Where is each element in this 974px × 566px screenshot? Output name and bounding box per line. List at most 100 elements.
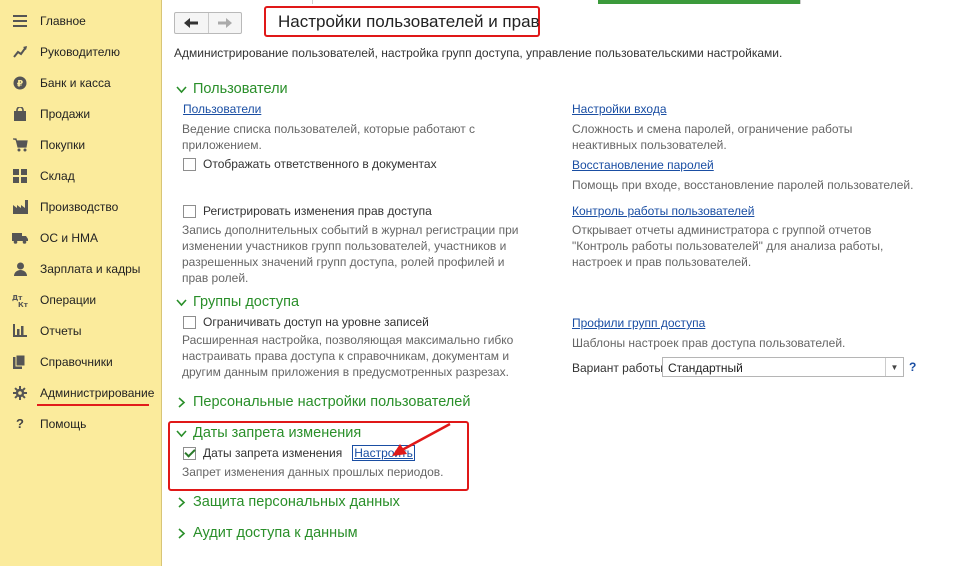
chart-trend-icon bbox=[12, 44, 28, 60]
users-description: Ведение списка пользователей, которые ра… bbox=[182, 122, 476, 152]
restrict-records-row: Ограничивать доступ на уровне записей bbox=[183, 315, 429, 329]
log-rights-row: Регистрировать изменения прав доступа bbox=[183, 204, 432, 218]
back-button[interactable] bbox=[175, 13, 208, 33]
sidebar-item-label: Производство bbox=[40, 199, 119, 214]
sidebar-item-label: Справочники bbox=[40, 354, 113, 369]
section-title: Персональные настройки пользователей bbox=[193, 394, 471, 410]
forward-button[interactable] bbox=[207, 13, 242, 33]
chevron-down-icon bbox=[176, 298, 187, 306]
restrict-records-checkbox[interactable] bbox=[183, 315, 196, 329]
active-item-underline bbox=[37, 404, 149, 406]
log-rights-description: Запись дополнительных событий в журнал р… bbox=[182, 223, 519, 285]
section-users-header[interactable]: Пользователи bbox=[176, 81, 288, 97]
work-mode-label: Вариант работы: bbox=[572, 361, 667, 375]
section-title: Даты запрета изменения bbox=[193, 425, 362, 441]
top-tab-strip bbox=[162, 0, 974, 5]
chevron-down-icon bbox=[176, 85, 187, 93]
login-settings-link[interactable]: Настройки входа bbox=[572, 102, 667, 116]
sidebar: Главное Руководителю ₽ Банк и касса Прод… bbox=[0, 0, 162, 566]
section-access-audit-header[interactable]: Аудит доступа к данным bbox=[176, 525, 358, 541]
chevron-down-icon bbox=[176, 429, 187, 437]
work-mode-select[interactable]: Стандартный ▼ bbox=[662, 357, 904, 377]
sidebar-item-reports[interactable]: Отчеты bbox=[0, 315, 161, 346]
password-recovery-description: Помощь при входе, восстановление паролей… bbox=[572, 178, 914, 192]
svg-text:₽: ₽ bbox=[17, 79, 23, 89]
active-tab-indicator bbox=[598, 0, 800, 4]
books-icon bbox=[12, 354, 28, 370]
user-control-link[interactable]: Контроль работы пользователей bbox=[572, 204, 754, 218]
sidebar-item-label: Помощь bbox=[40, 416, 87, 431]
show-responsible-checkbox[interactable] bbox=[183, 157, 196, 171]
sidebar-item-label: Покупки bbox=[40, 137, 86, 152]
chevron-right-icon bbox=[178, 496, 186, 508]
gear-icon bbox=[12, 385, 28, 401]
sidebar-item-production[interactable]: Производство bbox=[0, 191, 161, 222]
sidebar-item-label: ОС и НМА bbox=[40, 230, 99, 245]
section-title: Группы доступа bbox=[193, 294, 300, 310]
bar-chart-icon bbox=[12, 323, 28, 339]
shopping-cart-icon bbox=[12, 137, 28, 153]
section-personal-data-header[interactable]: Защита персональных данных bbox=[176, 494, 400, 510]
factory-icon bbox=[12, 199, 28, 215]
password-recovery-link[interactable]: Восстановление паролей bbox=[572, 158, 714, 172]
sidebar-item-label: Отчеты bbox=[40, 323, 82, 338]
dt-kt-icon: Дт Кт bbox=[12, 292, 28, 308]
access-profiles-link[interactable]: Профили групп доступа bbox=[572, 316, 705, 330]
log-rights-label: Регистрировать изменения прав доступа bbox=[203, 204, 432, 218]
dropdown-arrow-icon[interactable]: ▼ bbox=[885, 358, 903, 376]
tab-strip-divider bbox=[162, 0, 313, 4]
history-nav bbox=[174, 12, 242, 34]
user-control-description: Открывает отчеты администратора с группо… bbox=[572, 223, 884, 269]
section-closing-dates-header[interactable]: Даты запрета изменения bbox=[176, 425, 361, 441]
sidebar-item-label: Руководителю bbox=[40, 44, 121, 59]
svg-text:Кт: Кт bbox=[18, 301, 28, 307]
sidebar-item-purchases[interactable]: Покупки bbox=[0, 129, 161, 160]
restrict-records-label: Ограничивать доступ на уровне записей bbox=[203, 315, 429, 329]
closing-dates-checkbox[interactable] bbox=[183, 446, 196, 460]
sidebar-item-bank[interactable]: ₽ Банк и касса bbox=[0, 67, 161, 98]
help-icon[interactable]: ? bbox=[909, 360, 916, 374]
title-highlight: Настройки пользователей и прав bbox=[264, 6, 540, 37]
login-settings-description: Сложность и смена паролей, ограничение р… bbox=[572, 122, 853, 152]
section-title: Пользователи bbox=[193, 81, 288, 97]
section-personal-settings-header[interactable]: Персональные настройки пользователей bbox=[176, 394, 470, 410]
sidebar-item-help[interactable]: ? Помощь bbox=[0, 408, 161, 439]
sidebar-item-references[interactable]: Справочники bbox=[0, 346, 161, 377]
sidebar-item-fixed-assets[interactable]: ОС и НМА bbox=[0, 222, 161, 253]
chevron-right-icon bbox=[178, 396, 186, 408]
closing-dates-row: Даты запрета изменения Настроить bbox=[183, 445, 415, 461]
section-title: Защита персональных данных bbox=[193, 494, 400, 510]
access-profiles-description: Шаблоны настроек прав доступа пользовате… bbox=[572, 336, 846, 350]
work-mode-value: Стандартный bbox=[668, 361, 743, 375]
shopping-bag-icon bbox=[12, 106, 28, 122]
page-title: Настройки пользователей и прав bbox=[278, 11, 540, 31]
warehouse-grid-icon bbox=[12, 168, 28, 184]
truck-icon bbox=[12, 230, 28, 246]
section-access-groups-header[interactable]: Группы доступа bbox=[176, 294, 299, 310]
sidebar-item-operations[interactable]: Дт Кт Операции bbox=[0, 284, 161, 315]
ruble-coin-icon: ₽ bbox=[12, 75, 28, 91]
sidebar-item-manager[interactable]: Руководителю bbox=[0, 36, 161, 67]
arrow-left-icon bbox=[184, 18, 199, 28]
sidebar-item-label: Главное bbox=[40, 13, 86, 28]
sidebar-item-label: Операции bbox=[40, 292, 97, 307]
closing-dates-description: Запрет изменения данных прошлых периодов… bbox=[182, 465, 444, 479]
sidebar-item-label: Банк и касса bbox=[40, 75, 111, 90]
sidebar-item-sales[interactable]: Продажи bbox=[0, 98, 161, 129]
show-responsible-label: Отображать ответственного в документах bbox=[203, 157, 437, 171]
users-link[interactable]: Пользователи bbox=[183, 102, 261, 116]
sidebar-item-salary[interactable]: Зарплата и кадры bbox=[0, 253, 161, 284]
sidebar-item-main[interactable]: Главное bbox=[0, 5, 161, 36]
log-rights-checkbox[interactable] bbox=[183, 204, 196, 218]
closing-dates-label: Даты запрета изменения bbox=[203, 446, 343, 460]
show-responsible-row: Отображать ответственного в документах bbox=[183, 157, 437, 171]
restrict-records-description: Расширенная настройка, позволяющая макси… bbox=[182, 333, 514, 379]
menu-icon bbox=[12, 13, 28, 29]
sidebar-item-label: Склад bbox=[40, 168, 75, 183]
tab-strip-divider bbox=[800, 0, 801, 4]
arrow-right-icon bbox=[217, 18, 232, 28]
chevron-right-icon bbox=[178, 527, 186, 539]
sidebar-item-warehouse[interactable]: Склад bbox=[0, 160, 161, 191]
sidebar-item-label: Продажи bbox=[40, 106, 91, 121]
section-title: Аудит доступа к данным bbox=[193, 525, 358, 541]
